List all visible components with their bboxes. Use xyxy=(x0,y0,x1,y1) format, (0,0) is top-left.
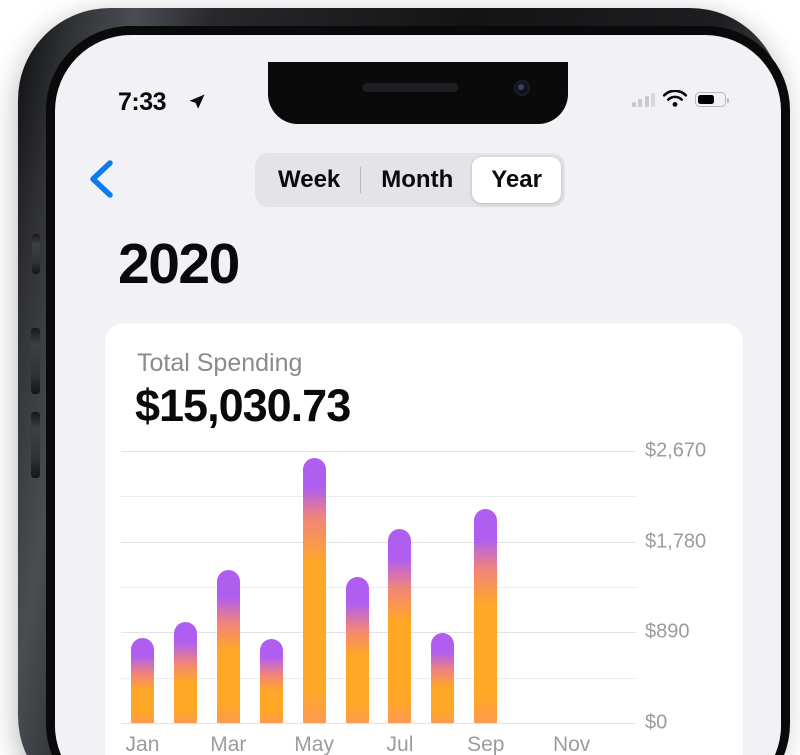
status-bar-time: 7:33 xyxy=(118,88,167,116)
bar-may[interactable] xyxy=(302,458,326,723)
bar-feb[interactable] xyxy=(173,622,197,723)
phone-screen: 7:33 Week Month Year 2020 Total Spending… xyxy=(55,35,781,755)
y-axis-label: $1,780 xyxy=(645,530,707,553)
screenshot-root: 7:33 Week Month Year 2020 Total Spending… xyxy=(0,0,800,755)
total-spending-label: Total Spending xyxy=(137,349,303,377)
volume-up-button[interactable] xyxy=(31,328,40,394)
silence-switch[interactable] xyxy=(32,234,40,274)
segment-divider xyxy=(360,167,362,193)
period-segmented-control[interactable]: Week Month Year xyxy=(255,153,565,207)
volume-down-button[interactable] xyxy=(31,412,40,478)
wifi-icon xyxy=(662,90,688,107)
x-axis-label: May xyxy=(294,733,334,755)
back-button[interactable] xyxy=(81,156,123,202)
gridline-major xyxy=(121,723,636,724)
y-axis-label: $890 xyxy=(645,620,690,643)
chart-x-axis: Jan Mar May Jul Sep Nov xyxy=(121,733,636,755)
bar-jan[interactable] xyxy=(130,638,154,723)
spending-card: Total Spending $15,030.73 $2,670 $1,780 $8… xyxy=(105,323,743,755)
segment-month[interactable]: Month xyxy=(362,157,472,203)
front-camera-icon xyxy=(514,80,530,96)
x-axis-label: Jan xyxy=(125,733,160,755)
battery-icon xyxy=(695,92,730,107)
segment-year[interactable]: Year xyxy=(472,157,561,203)
phone-body: 7:33 Week Month Year 2020 Total Spending… xyxy=(18,8,790,755)
spending-bar-chart: $2,670 $1,780 $890 $0 Jan Mar May Jul Sep Nov xyxy=(105,440,743,755)
notch xyxy=(268,62,568,124)
bar-aug[interactable] xyxy=(431,633,455,723)
bar-jun[interactable] xyxy=(345,577,369,723)
bar-sep[interactable] xyxy=(474,509,498,723)
bar-apr[interactable] xyxy=(259,639,283,723)
x-axis-label: Nov xyxy=(552,733,591,755)
app-content: Week Month Year 2020 Total Spending $15,… xyxy=(55,124,781,755)
y-axis-label: $2,670 xyxy=(645,439,707,462)
page-title: 2020 xyxy=(118,232,240,296)
bar-mar[interactable] xyxy=(216,570,240,723)
earpiece-speaker-icon xyxy=(362,83,459,92)
location-arrow-icon xyxy=(189,94,205,109)
x-axis-label: Sep xyxy=(467,733,505,755)
chart-y-axis: $2,670 $1,780 $890 $0 xyxy=(645,440,743,734)
total-spending-amount: $15,030.73 xyxy=(135,380,351,431)
status-bar-indicators xyxy=(631,90,730,109)
x-axis-label: Mar xyxy=(210,733,247,755)
cellular-signal-icon xyxy=(631,92,655,107)
y-axis-label: $0 xyxy=(645,711,668,734)
bar-jul[interactable] xyxy=(388,529,412,723)
chart-bars xyxy=(121,451,636,723)
segment-week[interactable]: Week xyxy=(259,157,359,203)
x-axis-label: Jul xyxy=(386,733,414,755)
